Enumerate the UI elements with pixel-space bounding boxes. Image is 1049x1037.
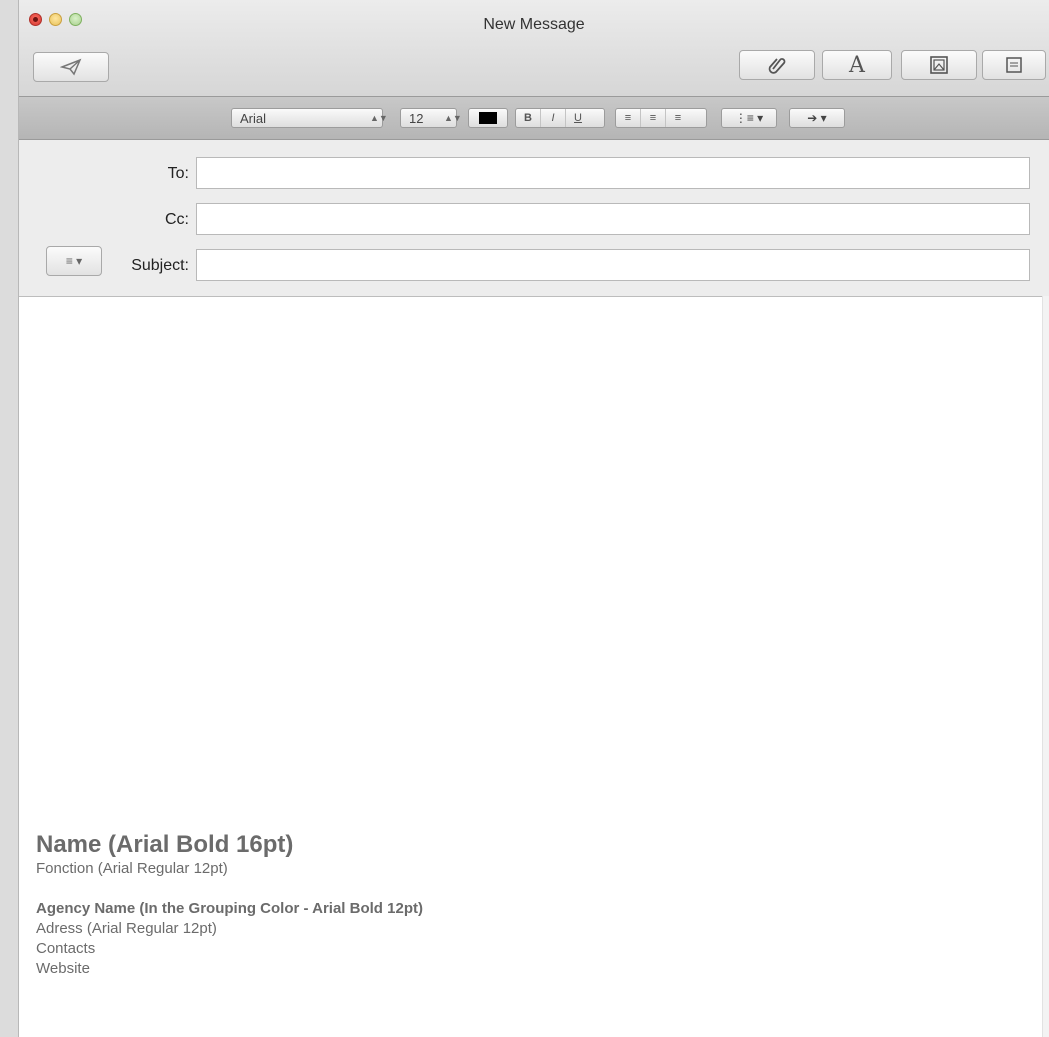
updown-arrow-icon: ▲▼ bbox=[444, 113, 462, 123]
message-header: To: Cc: ≡ ▾ Subject: bbox=[19, 140, 1049, 297]
mail-compose-window: New Message A Arial ▲▼ 12 ▲▼ B I U ≡ ≡ ≡… bbox=[18, 0, 1049, 1037]
title-bar: New Message A bbox=[19, 0, 1049, 96]
font-family-select[interactable]: Arial ▲▼ bbox=[231, 108, 388, 128]
signature-function: Fonction (Arial Regular 12pt) bbox=[36, 860, 228, 877]
subject-label: Subject: bbox=[131, 257, 189, 274]
bulleted-list-icon: ⋮≡ ▾ bbox=[734, 111, 764, 125]
font-size-value: 12 bbox=[409, 110, 424, 126]
bold-button[interactable]: B bbox=[516, 109, 541, 127]
photo-browser-button[interactable] bbox=[901, 50, 977, 80]
fonts-button[interactable]: A bbox=[822, 50, 892, 80]
alignment-segment: ≡ ≡ ≡ bbox=[615, 108, 707, 128]
window-title: New Message bbox=[483, 16, 585, 33]
send-button[interactable] bbox=[33, 52, 109, 82]
italic-button[interactable]: I bbox=[541, 109, 566, 127]
signature-name: Name (Arial Bold 16pt) bbox=[36, 831, 294, 858]
message-body[interactable]: Name (Arial Bold 16pt) Fonction (Arial R… bbox=[19, 297, 1049, 1037]
cc-field[interactable] bbox=[196, 203, 1030, 235]
list-button[interactable]: ⋮≡ ▾ bbox=[721, 108, 777, 128]
text-color-button[interactable] bbox=[468, 108, 508, 128]
indent-button[interactable]: ➔ ▾ bbox=[789, 108, 845, 128]
font-size-select[interactable]: 12 ▲▼ bbox=[400, 108, 462, 128]
to-label: To: bbox=[167, 165, 189, 182]
stationery-button[interactable] bbox=[982, 50, 1046, 80]
updown-arrow-icon: ▲▼ bbox=[370, 113, 388, 123]
font-family-value: Arial bbox=[240, 110, 267, 126]
format-bar: Arial ▲▼ 12 ▲▼ B I U ≡ ≡ ≡ ⋮≡ ▾ ➔ ▾ bbox=[19, 96, 1049, 140]
color-swatch bbox=[479, 112, 497, 124]
fonts-label: A bbox=[849, 52, 865, 78]
paper-plane-icon bbox=[60, 58, 82, 76]
stationery-icon bbox=[1006, 57, 1022, 73]
attach-button[interactable] bbox=[739, 50, 815, 80]
signature-contacts: Contacts bbox=[36, 940, 96, 957]
underline-button[interactable]: U bbox=[566, 109, 590, 127]
subject-field[interactable] bbox=[196, 249, 1030, 281]
signature-address: Adress (Arial Regular 12pt) bbox=[36, 920, 217, 937]
scrollbar-track[interactable] bbox=[1042, 296, 1049, 1037]
signature-website: Website bbox=[36, 960, 90, 977]
align-right-icon[interactable]: ≡ bbox=[666, 109, 690, 127]
signature-block: Name (Arial Bold 16pt) Fonction (Arial R… bbox=[36, 831, 423, 979]
signature-agency: Agency Name (In the Grouping Color - Ari… bbox=[36, 900, 423, 917]
align-center-icon[interactable]: ≡ bbox=[641, 109, 666, 127]
photo-browser-icon bbox=[930, 56, 948, 74]
align-left-icon[interactable]: ≡ bbox=[616, 109, 641, 127]
style-segment: B I U bbox=[515, 108, 605, 128]
cc-label: Cc: bbox=[165, 211, 189, 228]
to-field[interactable] bbox=[196, 157, 1030, 189]
paperclip-icon bbox=[768, 58, 786, 74]
indent-arrow-icon: ➔ ▾ bbox=[807, 111, 827, 125]
